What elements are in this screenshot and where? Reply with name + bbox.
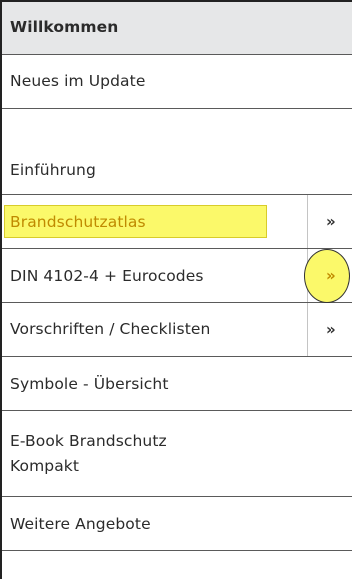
menu-item-neues-im-update[interactable]: Neues im Update — [2, 55, 352, 109]
chevron-right-icon: » — [326, 320, 336, 339]
menu-item-label: Weitere Angebote — [10, 515, 151, 533]
menu-item-label: Vorschriften / Checklisten — [10, 320, 211, 338]
menu-item-einfuehrung[interactable]: Einführung — [2, 109, 352, 195]
menu-item-label: Neues im Update — [10, 72, 146, 90]
menu-item-din-4102-4-eurocodes[interactable]: DIN 4102-4 + Eurocodes » — [2, 249, 352, 303]
menu-item-weitere-angebote[interactable]: Weitere Angebote — [2, 497, 352, 551]
menu-item-label-line2: Kompakt — [10, 457, 80, 475]
menu-item-label-line1: E-Book Brandschutz — [10, 432, 167, 450]
menu-item-symbole-uebersicht[interactable]: Symbole - Übersicht — [2, 357, 352, 411]
submenu-toggle-din-4102-4[interactable]: » — [304, 249, 352, 303]
menu-item-e-book-brandschutz-kompakt[interactable]: E-Book Brandschutz Kompakt — [2, 411, 352, 497]
navigation-menu: Willkommen Neues im Update Einführung Br… — [0, 0, 352, 579]
menu-item-label: DIN 4102-4 + Eurocodes — [10, 267, 204, 285]
chevron-right-icon: » — [326, 266, 336, 285]
menu-item-label: Symbole - Übersicht — [10, 375, 169, 393]
menu-item-label: Brandschutzatlas — [10, 213, 146, 231]
menu-item-brandschutzatlas[interactable]: Brandschutzatlas » — [2, 195, 352, 249]
menu-header: Willkommen — [2, 2, 352, 55]
submenu-toggle-vorschriften[interactable]: » — [307, 303, 352, 356]
menu-item-vorschriften-checklisten[interactable]: Vorschriften / Checklisten » — [2, 303, 352, 357]
submenu-toggle-brandschutzatlas[interactable]: » — [307, 195, 352, 248]
menu-item-label: Einführung — [10, 161, 96, 179]
menu-header-label: Willkommen — [10, 18, 119, 36]
chevron-right-icon: » — [326, 212, 336, 231]
